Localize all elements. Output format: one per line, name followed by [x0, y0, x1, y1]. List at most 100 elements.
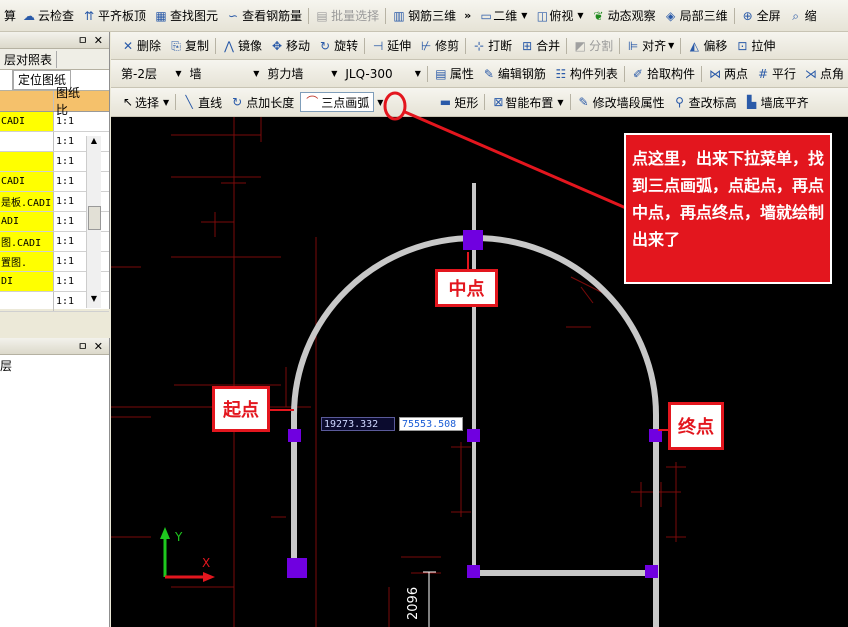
- zoom-button[interactable]: ⌕ 缩: [785, 6, 821, 26]
- rotate-label: 旋转: [334, 39, 359, 53]
- view-rebar-button[interactable]: ∽ 查看钢筋量: [222, 6, 306, 26]
- scroll-thumb[interactable]: [88, 206, 101, 230]
- two-points-button[interactable]: ⋈ 两点: [704, 64, 752, 84]
- close-icon[interactable]: ✕: [94, 34, 103, 47]
- mirror-button[interactable]: ⋀ 镜像: [218, 36, 266, 56]
- wall-bottom-flat-button[interactable]: ▙ 墙底平齐: [741, 92, 813, 112]
- column-ratio-header: 图纸比: [53, 86, 87, 117]
- pick-component-button[interactable]: ✐ 拾取构件: [627, 64, 699, 84]
- element-select[interactable]: JLQ-300 ▼: [341, 65, 425, 83]
- table-row[interactable]: CADI 1:1: [0, 112, 109, 132]
- scrollbar[interactable]: ▲ ▼: [86, 136, 101, 308]
- corner-icon: ⋊: [804, 66, 817, 81]
- scroll-down-icon[interactable]: ▼: [87, 294, 101, 308]
- toolbar-main: 算 ☁ 云检查 ⇈ 平齐板顶 ▦ 查找图元 ∽ 查看钢筋量 ▤ 批量选择 ▥ 钢筋三维 » ▭ 二维 ▼ …: [0, 0, 848, 32]
- cloud-check-icon: ☁: [23, 8, 36, 23]
- drawing-name-cell: CADI: [0, 112, 53, 131]
- drawing-name-cell: [0, 132, 53, 151]
- split-button[interactable]: ◩ 分割: [569, 36, 617, 56]
- offset-icon: ◭: [689, 38, 699, 53]
- toolbar-more[interactable]: »: [460, 6, 475, 26]
- coord-y-input[interactable]: 75553.508: [399, 417, 463, 431]
- dimension-mark: [423, 571, 436, 627]
- batch-select-button[interactable]: ▤ 批量选择: [311, 6, 383, 26]
- properties-label: 属性: [449, 67, 474, 81]
- svg-text:Y: Y: [174, 530, 183, 544]
- pick-component-label: 拾取构件: [646, 67, 695, 81]
- cloud-check-button[interactable]: ☁ 云检查: [18, 6, 78, 26]
- arc-icon: ⌒: [306, 95, 319, 109]
- offset-button[interactable]: ◭ 偏移: [683, 36, 731, 56]
- cloud-check-label: 云检查: [38, 9, 75, 23]
- cad-reference-lines: [111, 117, 686, 627]
- rotate-icon: ↻: [320, 38, 331, 53]
- merge-label: 合并: [536, 39, 561, 53]
- delete-label: 删除: [137, 39, 162, 53]
- stretch-button[interactable]: ⊡ 拉伸: [731, 36, 779, 56]
- point-length-tool[interactable]: ↻ 点加长度: [226, 92, 298, 112]
- floor-select[interactable]: 第-2层 ▼: [117, 65, 185, 83]
- component-list-button[interactable]: ☷ 构件列表: [550, 64, 622, 84]
- separator: [426, 65, 428, 82]
- rotate-button[interactable]: ↻ 旋转: [314, 36, 362, 56]
- truncated-left-button[interactable]: 算: [0, 6, 18, 26]
- smart-layout-dropdown[interactable]: ⊠ 智能布置 ▼: [487, 93, 567, 111]
- drawing-ratio-cell: 1:1: [53, 112, 82, 131]
- rectangle-icon: ▬: [439, 95, 452, 109]
- break-label: 打断: [488, 39, 513, 53]
- trim-button[interactable]: ⊬ 修剪: [415, 36, 463, 56]
- find-element-icon: ▦: [155, 8, 167, 23]
- move-button[interactable]: ✥ 移动: [266, 36, 314, 56]
- edit-rebar-label: 编辑钢筋: [497, 67, 546, 81]
- line-tool[interactable]: ╲ 直线: [178, 92, 226, 112]
- scroll-up-icon[interactable]: ▲: [87, 136, 101, 150]
- chevron-down-icon: ▼: [577, 11, 584, 20]
- coord-x-input[interactable]: 19273.332: [321, 417, 395, 431]
- align-icon: ⊫: [627, 38, 639, 53]
- edit-rebar-button[interactable]: ✎ 编辑钢筋: [478, 64, 550, 84]
- corner-button[interactable]: ⋊ 点角: [800, 64, 848, 84]
- type-select[interactable]: 剪力墙 ▼: [263, 65, 341, 83]
- merge-button[interactable]: ⊞ 合并: [516, 36, 564, 56]
- close-icon[interactable]: ✕: [94, 340, 103, 353]
- view-2d-dropdown[interactable]: ▭ 二维 ▼: [475, 7, 531, 25]
- extend-button[interactable]: ⊣ 延伸: [367, 36, 415, 56]
- find-elevation-button[interactable]: ⚲ 查改标高: [669, 92, 741, 112]
- trim-label: 修剪: [435, 39, 460, 53]
- top-view-dropdown[interactable]: ◫ 俯视 ▼: [531, 7, 587, 25]
- panel-tab-row-2: 定位图纸: [0, 70, 109, 91]
- category-select[interactable]: 墙 ▼: [185, 65, 263, 83]
- rebar-3d-button[interactable]: ▥ 钢筋三维: [388, 6, 460, 26]
- properties-button[interactable]: ▤ 属性: [430, 64, 478, 84]
- pin-icon[interactable]: ㅁ: [78, 338, 88, 354]
- dynamic-observe-button[interactable]: ❦ 动态观察: [588, 6, 660, 26]
- separator: [385, 7, 387, 24]
- separator: [680, 37, 682, 54]
- rectangle-tool[interactable]: ▬ 矩形: [434, 92, 482, 112]
- modify-segment-button[interactable]: ✎ 修改墙段属性: [573, 92, 669, 112]
- separator: [619, 37, 621, 54]
- mid-point-label: 中点: [435, 269, 498, 307]
- extend-label: 延伸: [387, 39, 412, 53]
- copy-button[interactable]: ⎘ 复制: [165, 36, 213, 56]
- fullscreen-button[interactable]: ⊕ 全屏: [737, 6, 785, 26]
- pin-icon[interactable]: ㅁ: [78, 32, 88, 48]
- tab-left-cut[interactable]: [0, 70, 13, 90]
- find-element-button[interactable]: ▦ 查找图元: [150, 6, 222, 26]
- select-tool[interactable]: ↖ 选择 ▼: [117, 93, 173, 111]
- local-3d-button[interactable]: ◈ 局部三维: [660, 6, 732, 26]
- separator: [364, 37, 366, 54]
- view-2d-icon: ▭: [480, 8, 492, 23]
- panel-tab-row-1: 层对照表: [0, 49, 109, 70]
- parallel-button[interactable]: # 平行: [752, 64, 800, 84]
- drawing-name-cell: [0, 292, 53, 311]
- chevron-down-icon: ▼: [175, 69, 182, 78]
- three-point-arc-tool[interactable]: ⌒ 三点画弧: [300, 92, 375, 112]
- break-button[interactable]: ⊹ 打断: [468, 36, 516, 56]
- arc-dropdown-button[interactable]: ▼: [374, 92, 386, 112]
- align-button[interactable]: ⊫ 对齐 ▼: [622, 36, 678, 56]
- align-slab-top-button[interactable]: ⇈ 平齐板顶: [78, 6, 150, 26]
- batch-select-icon: ▤: [316, 8, 328, 23]
- tab-floor-mapping[interactable]: 层对照表: [0, 50, 58, 68]
- delete-button[interactable]: ✕ 删除: [117, 36, 165, 56]
